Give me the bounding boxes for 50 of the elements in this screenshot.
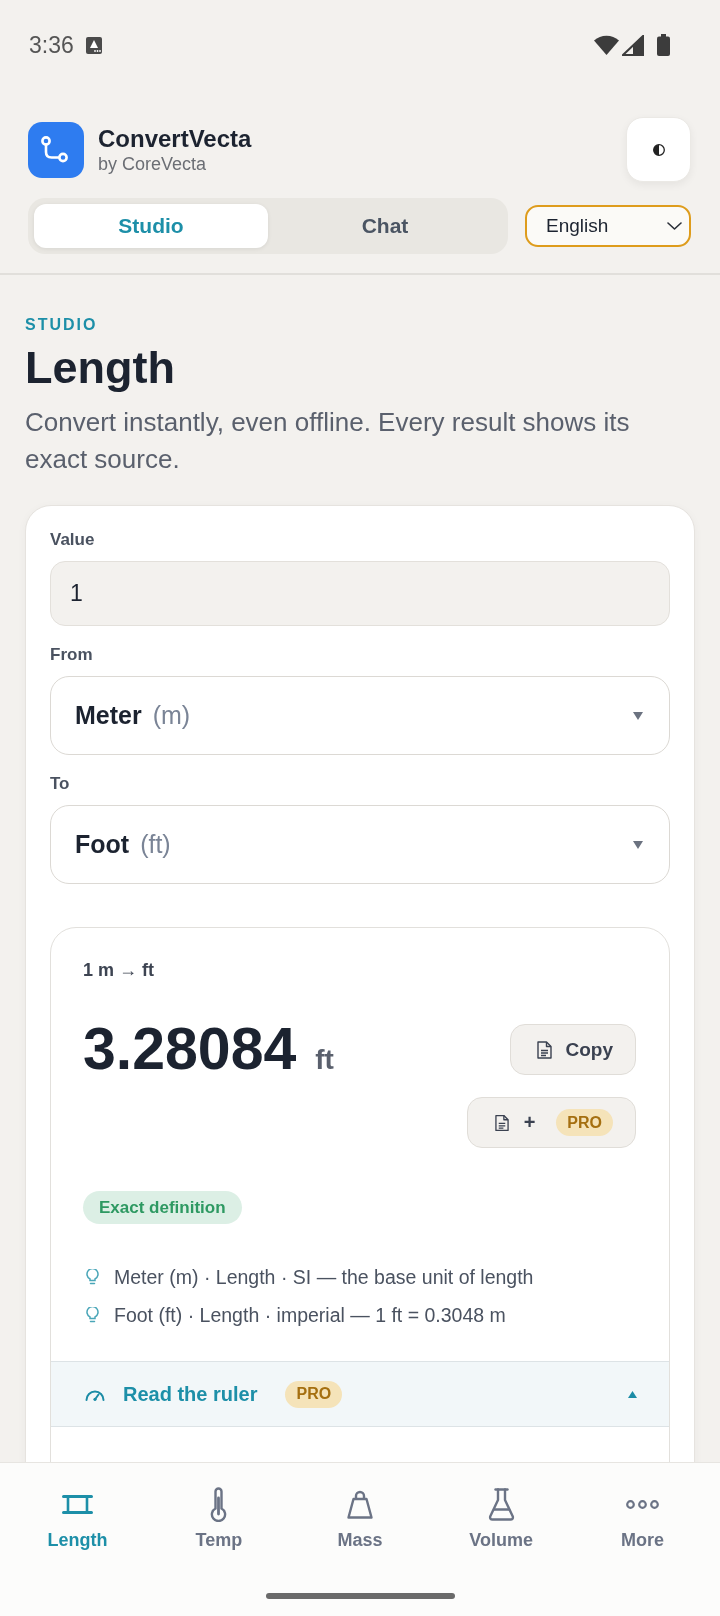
accuracy-badge: Exact definition (83, 1191, 242, 1224)
language-select[interactable]: English (525, 205, 691, 247)
result-unit: ft (315, 1044, 334, 1076)
nav-tab[interactable]: Mass (289, 1463, 431, 1551)
ruler-section-toggle[interactable]: Read the ruler PRO (51, 1361, 669, 1427)
app-byline: by CoreVecta (98, 152, 208, 175)
lightbulb-icon (86, 1306, 99, 1324)
from-unit-select[interactable]: Meter (m) (50, 676, 670, 755)
result-value: 3.28084 (83, 1019, 297, 1079)
wifi-icon (594, 35, 619, 55)
section-eyebrow: STUDIO (25, 316, 99, 334)
signal-icon (622, 34, 644, 56)
conversion-expression: 1 m → ft (83, 960, 155, 980)
mode-tab[interactable]: Chat (268, 204, 502, 248)
source-note: Meter (m) · Length · SI — the base unit of length (114, 1265, 534, 1289)
source-note: Foot (ft) · Length · imperial — 1 ft = 0.3048 m (114, 1303, 506, 1327)
to-unit-select[interactable]: Foot (ft) (50, 805, 670, 884)
field-label: Value (50, 530, 96, 550)
theme-toggle-button[interactable] (626, 117, 691, 182)
contrast-icon (652, 143, 665, 156)
more-icon (625, 1499, 659, 1509)
field-label: To (50, 774, 71, 794)
add-button[interactable]: + PRO (466, 1097, 636, 1148)
nav-tab[interactable]: Temp (148, 1463, 290, 1551)
copy-button[interactable]: Copy (509, 1024, 636, 1075)
nav-tab[interactable]: Volume (430, 1463, 572, 1551)
chevron-down-icon (667, 222, 682, 230)
logo-icon (28, 121, 84, 178)
caret-down-icon (633, 711, 643, 720)
document-icon (536, 1040, 552, 1059)
field-label: From (50, 645, 94, 665)
battery-icon (657, 34, 670, 56)
measure-icon (62, 1493, 94, 1515)
flask-icon (487, 1487, 515, 1521)
document-icon (494, 1113, 509, 1132)
nav-tab[interactable]: More (571, 1463, 713, 1551)
thermometer-icon (210, 1486, 228, 1522)
status-time: 3:36 (29, 31, 74, 59)
page-title: Length (25, 341, 176, 395)
value-input[interactable]: 1 (50, 561, 670, 626)
pro-badge: PRO (285, 1380, 343, 1408)
app-name: ConvertVecta (98, 124, 252, 153)
page-description: Convert instantly, even offline. Every result shows its exact source. (25, 406, 631, 476)
caret-down-icon (633, 840, 643, 849)
weight-icon (347, 1489, 373, 1519)
pro-badge: PRO (556, 1109, 613, 1136)
nav-tab[interactable]: Length (7, 1463, 149, 1551)
notification-icon (85, 36, 102, 54)
mode-tab[interactable]: Studio (34, 204, 268, 248)
lightbulb-icon (86, 1268, 99, 1286)
